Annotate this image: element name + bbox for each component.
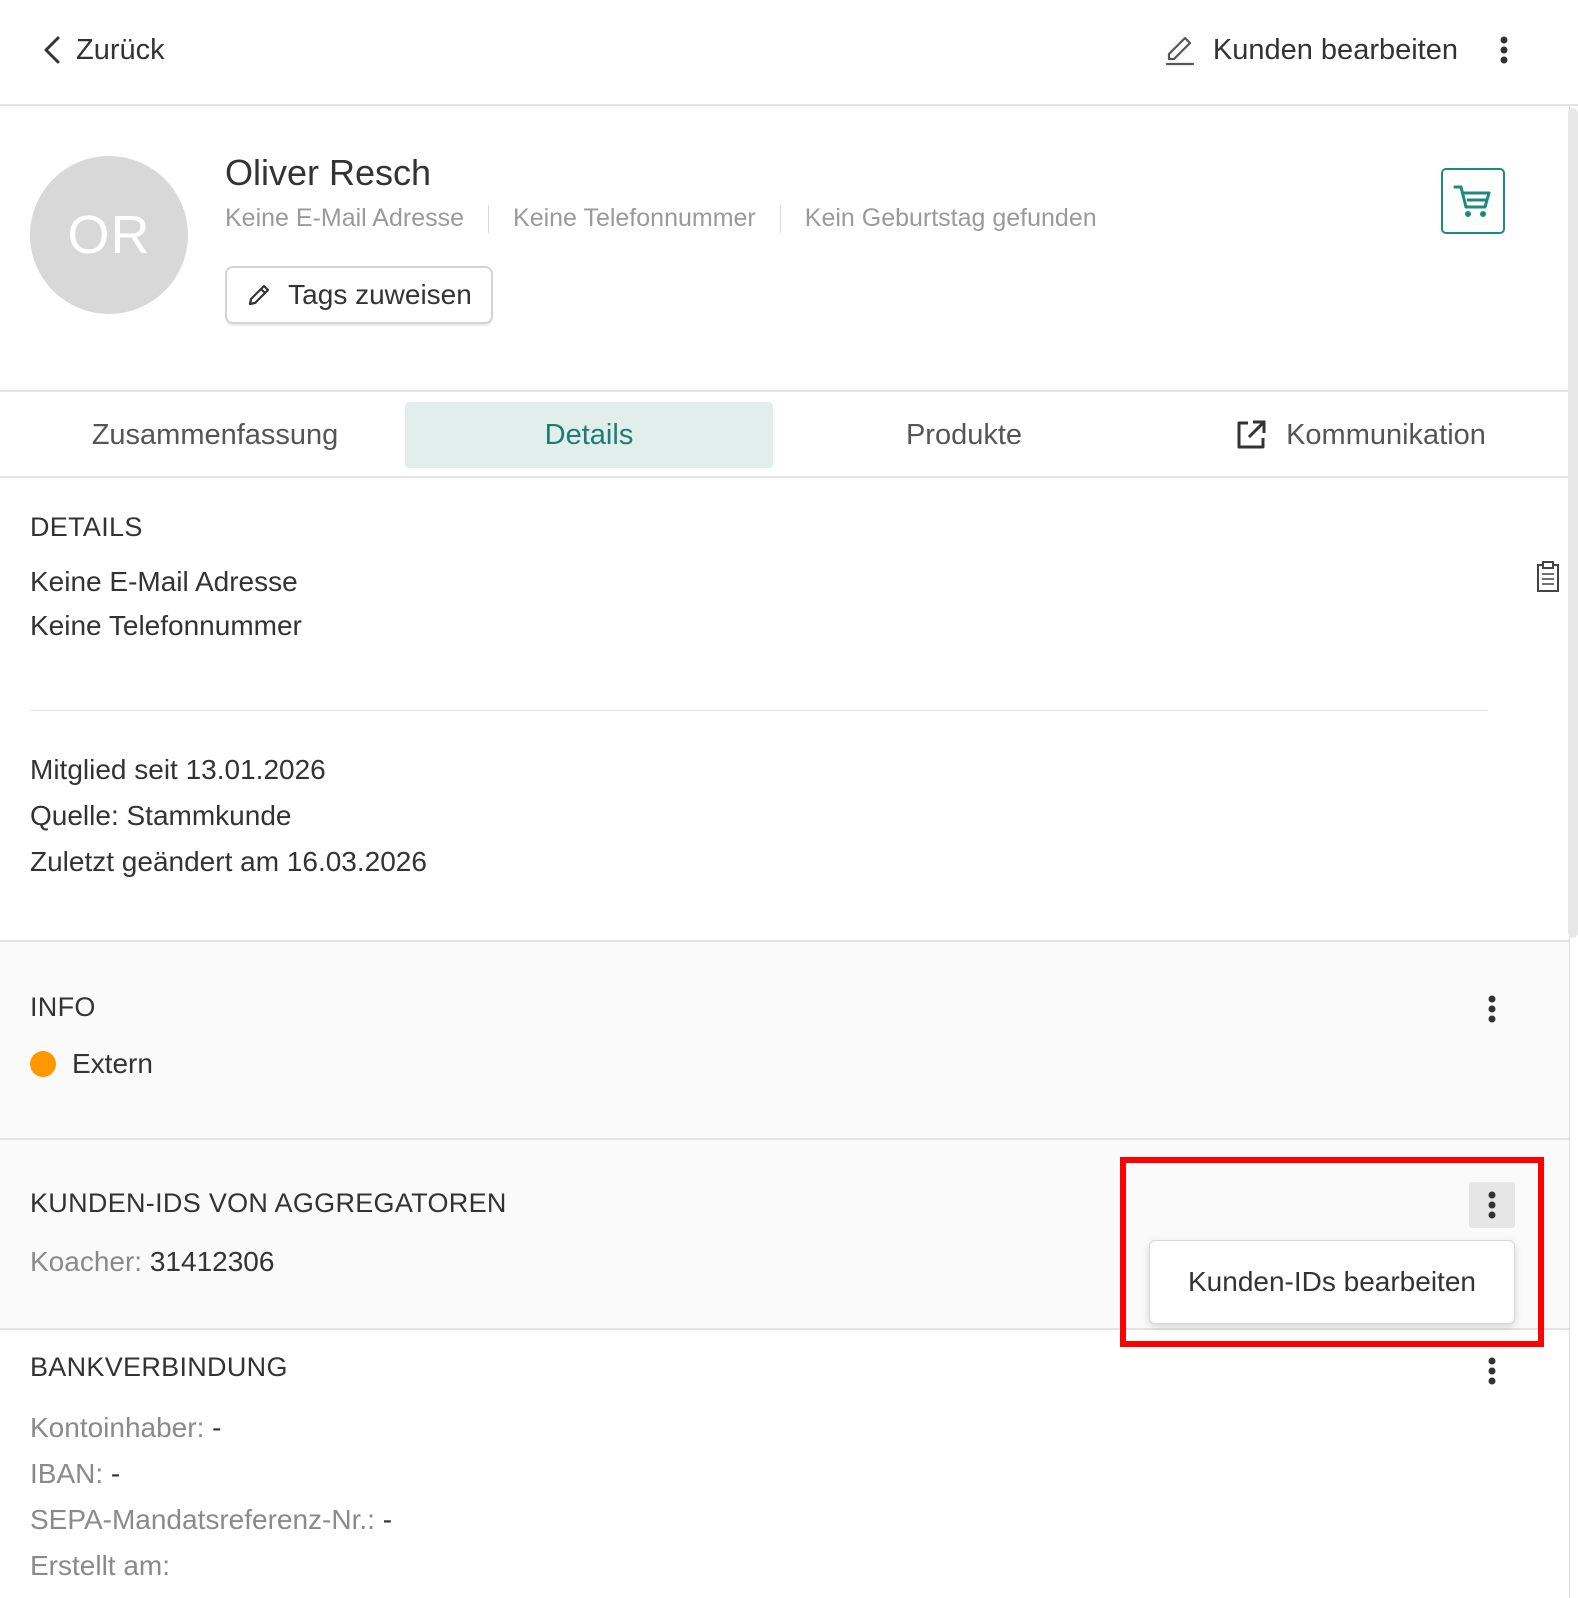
sepa-value: -	[382, 1504, 393, 1535]
contact-summary: Keine E-Mail Adresse Keine Telefonnummer…	[225, 204, 1097, 233]
member-since: Mitglied seit 13.01.2026	[30, 754, 326, 785]
bank-more-button[interactable]	[1469, 1348, 1515, 1394]
status-label: Extern	[72, 1048, 153, 1079]
menu-item-label: Kunden-IDs bearbeiten	[1188, 1266, 1476, 1297]
created-row: Erstellt am:	[30, 1550, 170, 1582]
sepa-row: SEPA-Mandatsreferenz-Nr.: -	[30, 1504, 392, 1536]
iban-row: IBAN: -	[30, 1458, 120, 1490]
divider	[488, 204, 490, 233]
info-more-button[interactable]	[1469, 986, 1515, 1032]
iban-value: -	[110, 1458, 121, 1489]
tab-summary[interactable]: Zusammenfassung	[30, 402, 400, 468]
info-heading: INFO	[30, 992, 96, 1022]
edit-customer-label: Kunden bearbeiten	[1212, 33, 1458, 66]
details-email: Keine E-Mail Adresse	[30, 566, 298, 597]
tab-label: Produkte	[905, 418, 1023, 451]
edit-customer-ids-menu-item[interactable]: Kunden-IDs bearbeiten	[1149, 1240, 1515, 1324]
details-phone: Keine Telefonnummer	[30, 610, 302, 641]
details-heading: DETAILS	[30, 512, 143, 542]
aggregator-more-button[interactable]	[1469, 1182, 1515, 1228]
status-badge: Extern	[30, 1048, 153, 1080]
account-owner-key: Kontoinhaber:	[30, 1412, 205, 1443]
tab-products[interactable]: Produkte	[780, 402, 1148, 468]
phone-summary: Keine Telefonnummer	[513, 204, 756, 232]
customer-name: Oliver Resch	[225, 152, 432, 193]
back-button[interactable]: Zurück	[40, 28, 165, 72]
status-dot	[30, 1051, 56, 1077]
clipboard-icon[interactable]	[1535, 561, 1561, 593]
last-changed: Zuletzt geändert am 16.03.2026	[30, 846, 427, 877]
edit-customer-button[interactable]: Kunden bearbeiten	[1163, 28, 1458, 72]
email-summary: Keine E-Mail Adresse	[225, 204, 465, 232]
assign-tags-label: Tags zuweisen	[288, 279, 472, 310]
back-label: Zurück	[76, 33, 165, 66]
divider	[779, 204, 781, 233]
assign-tags-button[interactable]: Tags zuweisen	[225, 266, 493, 324]
kebab-menu-icon	[1500, 36, 1508, 64]
tab-label: Details	[544, 418, 634, 451]
iban-key: IBAN:	[30, 1458, 104, 1489]
divider	[0, 476, 1569, 478]
top-bar: Zurück Kunden bearbeiten	[0, 0, 1578, 106]
tab-details[interactable]: Details	[405, 402, 773, 468]
external-link-icon	[1237, 420, 1266, 449]
shopping-cart-icon	[1453, 185, 1491, 217]
tab-label: Zusammenfassung	[91, 418, 339, 451]
sepa-key: SEPA-Mandatsreferenz-Nr.:	[30, 1504, 375, 1535]
birthday-summary: Kein Geburtstag gefunden	[804, 204, 1097, 232]
aggregator-key: Koacher:	[30, 1246, 143, 1277]
aggregator-ids-heading: KUNDEN-IDS VON AGGREGATOREN	[30, 1188, 507, 1218]
more-options-button[interactable]	[1492, 30, 1516, 70]
tab-communication[interactable]: Kommunikation	[1160, 402, 1560, 468]
chevron-left-icon	[44, 36, 60, 64]
pencil-icon	[1165, 36, 1194, 66]
divider	[0, 390, 1569, 392]
kebab-menu-icon	[1488, 1357, 1496, 1385]
kebab-menu-icon	[1488, 1191, 1496, 1219]
aggregator-id-row: Koacher: 31412306	[30, 1246, 274, 1278]
created-key: Erstellt am:	[30, 1550, 171, 1581]
tab-bar: Zusammenfassung Details Produkte Kommuni…	[0, 396, 1569, 480]
avatar: OR	[30, 156, 188, 314]
kebab-menu-icon	[1488, 995, 1496, 1023]
account-owner-value: -	[212, 1412, 222, 1443]
source: Quelle: Stammkunde	[30, 800, 292, 831]
info-section: INFO Extern	[0, 940, 1569, 1140]
tab-label: Kommunikation	[1286, 418, 1486, 451]
shopping-cart-button[interactable]	[1441, 168, 1505, 234]
account-owner-row: Kontoinhaber: -	[30, 1412, 221, 1444]
aggregator-value: 31412306	[149, 1246, 275, 1277]
scrollbar[interactable]	[1568, 108, 1578, 938]
pencil-icon	[249, 284, 270, 306]
customer-detail-panel: OR Oliver Resch Keine E-Mail Adresse Kei…	[0, 106, 1570, 1598]
divider	[30, 710, 1488, 711]
bank-heading: BANKVERBINDUNG	[30, 1352, 288, 1382]
